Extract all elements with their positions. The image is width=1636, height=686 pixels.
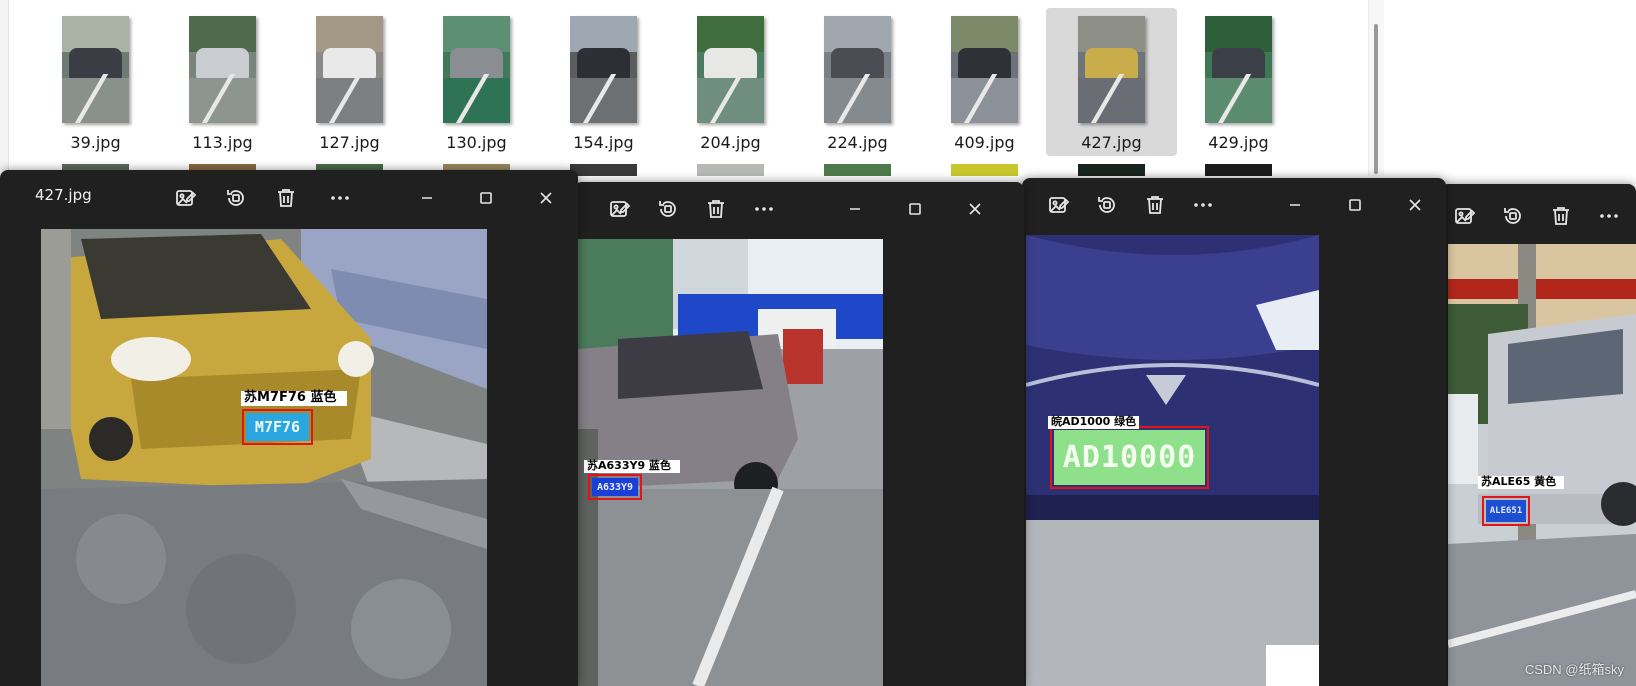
file-name: 409.jpg xyxy=(954,133,1015,152)
delete-icon[interactable] xyxy=(274,186,298,210)
navigation-pane-edge xyxy=(0,0,9,170)
viewer-photo: M7F76 苏M7F76 蓝色 xyxy=(41,229,487,686)
thumbnail-image xyxy=(189,16,256,123)
thumbnail-peek xyxy=(570,164,637,176)
thumbnail-peek xyxy=(1205,164,1272,176)
close-icon[interactable] xyxy=(534,186,558,210)
thumbnail-127[interactable]: 127.jpg xyxy=(284,8,415,156)
minimize-icon[interactable] xyxy=(415,186,439,210)
edit-image-icon[interactable] xyxy=(174,186,198,210)
thumbnail-image xyxy=(62,16,129,123)
plate-detection-box: AD10000 xyxy=(1050,426,1209,489)
thumbnail-image xyxy=(316,16,383,123)
thumbnail-peek xyxy=(951,164,1018,176)
plate-result-label: 苏A633Y9 蓝色 xyxy=(584,459,680,473)
thumbnail-204[interactable]: 204.jpg xyxy=(665,8,796,156)
thumbnail-image xyxy=(443,16,510,123)
file-name: 39.jpg xyxy=(70,133,121,152)
file-name: 224.jpg xyxy=(827,133,888,152)
file-name: 127.jpg xyxy=(319,133,380,152)
viewer-photo: AD10000 皖AD1000 绿色 xyxy=(1026,235,1319,686)
thumbnail-427[interactable]: 427.jpg xyxy=(1046,8,1177,156)
thumbnail-image xyxy=(570,16,637,123)
plate-text: AD10000 xyxy=(1054,430,1205,485)
file-name: 154.jpg xyxy=(573,133,634,152)
more-icon[interactable] xyxy=(1191,193,1215,217)
thumbnail-peek xyxy=(697,164,764,176)
edit-image-icon[interactable] xyxy=(1453,204,1477,228)
maximize-icon[interactable] xyxy=(1343,193,1367,217)
plate-result-label: 苏ALE65 黄色 xyxy=(1478,475,1564,489)
thumbnail-image xyxy=(1078,16,1145,123)
thumbnail-39[interactable]: 39.jpg xyxy=(30,8,161,156)
plate-text: A633Y9 xyxy=(592,478,638,496)
rotate-icon[interactable] xyxy=(656,197,680,221)
delete-icon[interactable] xyxy=(1549,204,1573,228)
viewer-title-bar[interactable] xyxy=(574,182,1024,234)
thumbnail-113[interactable]: 113.jpg xyxy=(157,8,288,156)
viewer-photo: A633Y9 苏A633Y9 蓝色 xyxy=(578,239,883,686)
thumbnail-224[interactable]: 224.jpg xyxy=(792,8,923,156)
viewer-photo: ALE651 苏ALE65 黄色 xyxy=(1448,244,1636,686)
thumbnail-409[interactable]: 409.jpg xyxy=(919,8,1050,156)
thumbnail-peek xyxy=(1078,164,1145,176)
more-icon[interactable] xyxy=(1597,204,1621,228)
edit-image-icon[interactable] xyxy=(1047,193,1071,217)
more-icon[interactable] xyxy=(328,186,352,210)
delete-icon[interactable] xyxy=(704,197,728,221)
minimize-icon[interactable] xyxy=(1283,193,1307,217)
plate-result-label: 苏M7F76 蓝色 xyxy=(241,390,347,406)
photo-viewer-window-4[interactable]: ALE651 苏ALE65 黄色 xyxy=(1440,184,1636,686)
explorer-scrollbar-thumb[interactable] xyxy=(1374,24,1378,174)
rotate-icon[interactable] xyxy=(1095,193,1119,217)
edit-image-icon[interactable] xyxy=(608,197,632,221)
close-icon[interactable] xyxy=(963,197,987,221)
photo-viewer-window-3[interactable]: AD10000 皖AD1000 绿色 xyxy=(1022,178,1446,686)
file-name: 204.jpg xyxy=(700,133,761,152)
watermark: CSDN @纸箱sky xyxy=(1524,662,1624,677)
photo-viewer-window-1[interactable]: 427.jpg M7F76 苏M7F76 蓝色 xyxy=(0,170,578,686)
more-icon[interactable] xyxy=(752,197,776,221)
delete-icon[interactable] xyxy=(1143,193,1167,217)
viewer-title-bar[interactable] xyxy=(1022,178,1446,230)
close-icon[interactable] xyxy=(1403,193,1427,217)
thumbnail-130[interactable]: 130.jpg xyxy=(411,8,542,156)
thumbnail-154[interactable]: 154.jpg xyxy=(538,8,669,156)
thumbnail-429[interactable]: 429.jpg xyxy=(1173,8,1304,156)
plate-text: M7F76 xyxy=(246,413,309,441)
plate-result-label: 皖AD1000 绿色 xyxy=(1048,415,1140,429)
minimize-icon[interactable] xyxy=(843,197,867,221)
thumbnail-image xyxy=(697,16,764,123)
file-name: 113.jpg xyxy=(192,133,253,152)
file-name: 427.jpg xyxy=(1081,133,1142,152)
maximize-icon[interactable] xyxy=(474,186,498,210)
rotate-icon[interactable] xyxy=(1501,204,1525,228)
viewer-title: 427.jpg xyxy=(35,186,92,204)
file-name: 130.jpg xyxy=(446,133,507,152)
plate-detection-box: A633Y9 xyxy=(588,474,642,500)
rotate-icon[interactable] xyxy=(224,186,248,210)
thumbnail-peek xyxy=(824,164,891,176)
thumbnail-image xyxy=(824,16,891,123)
plate-text: ALE651 xyxy=(1486,500,1526,522)
file-name: 429.jpg xyxy=(1208,133,1269,152)
maximize-icon[interactable] xyxy=(903,197,927,221)
photo-viewer-window-2[interactable]: A633Y9 苏A633Y9 蓝色 xyxy=(574,182,1024,686)
thumbnail-image xyxy=(951,16,1018,123)
plate-detection-box: M7F76 xyxy=(242,409,313,445)
plate-detection-box: ALE651 xyxy=(1482,496,1530,526)
explorer-right-area xyxy=(1384,0,1636,180)
thumbnail-image xyxy=(1205,16,1272,123)
